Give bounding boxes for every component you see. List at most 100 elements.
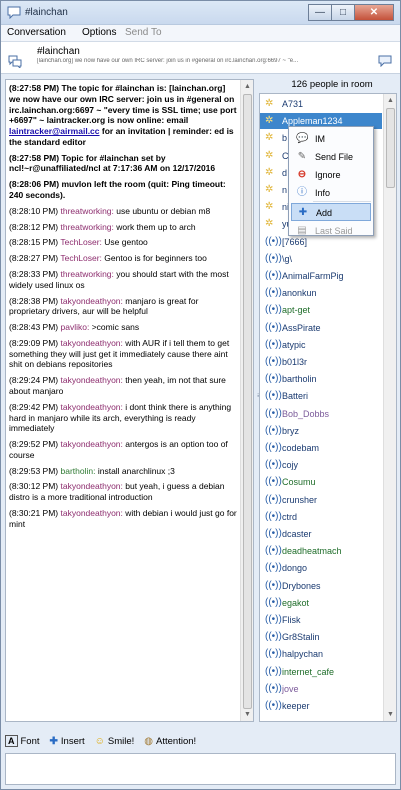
user-list-item[interactable]: ((•)) halpychan bbox=[260, 646, 382, 662]
format-toolbar: A Font ✚ Insert ☺ Smile! ◍ Attention! bbox=[5, 732, 396, 750]
user-list-item[interactable]: ((•)) codebam bbox=[260, 440, 382, 456]
message-nick[interactable]: takyondeathyon: bbox=[61, 439, 126, 449]
user-nick: atypic bbox=[282, 339, 306, 350]
user-signal-icon: ((•)) bbox=[265, 700, 282, 711]
user-signal-icon: ((•)) bbox=[265, 614, 282, 625]
scroll-thumb[interactable] bbox=[243, 94, 252, 709]
user-list-item[interactable]: ((•)) Gr8Stalin bbox=[260, 629, 382, 645]
menu-send-to[interactable]: Send To bbox=[125, 27, 162, 38]
attention-button[interactable]: ◍ Attention! bbox=[144, 736, 196, 747]
message-timestamp: (8:28:10 PM) bbox=[9, 205, 61, 216]
insert-button[interactable]: ✚ Insert bbox=[50, 736, 85, 747]
context-menu-item-last-said[interactable]: ▤ Last Said bbox=[291, 222, 371, 240]
scroll-thumb[interactable] bbox=[386, 108, 395, 188]
message-input[interactable] bbox=[5, 753, 396, 785]
message-nick[interactable]: takyondeathyon: bbox=[61, 375, 126, 385]
user-list-item[interactable]: ((•)) Drybones bbox=[260, 578, 382, 594]
user-list-item[interactable]: ((•)) bryz bbox=[260, 423, 382, 439]
message-nick[interactable]: threatworking: bbox=[61, 269, 117, 279]
smiley-icon: ☺ bbox=[94, 735, 105, 747]
context-menu-item-send-file[interactable]: ✎ Send File bbox=[291, 148, 371, 166]
user-list-item[interactable]: ✲ A731 bbox=[260, 96, 382, 112]
smile-button[interactable]: ☺ Smile! bbox=[95, 736, 135, 747]
user-list-item[interactable]: ((•)) keeper bbox=[260, 698, 382, 714]
maximize-button[interactable]: □ bbox=[331, 4, 355, 21]
user-list-item[interactable]: ((•)) bartholin bbox=[260, 371, 382, 387]
context-menu-item-info[interactable]: ⓘ Info bbox=[291, 184, 371, 202]
chat-message: (8:28:27 PM) TechLoser: Gentoo is for be… bbox=[9, 253, 237, 264]
add-icon: ✚ bbox=[298, 207, 308, 218]
menu-conversation[interactable]: Conversation bbox=[7, 27, 66, 38]
user-list-item[interactable]: ((•)) deadheatmach bbox=[260, 543, 382, 559]
user-list-item[interactable]: ((•)) egakot bbox=[260, 595, 382, 611]
user-list-item[interactable]: ((•)) Bob_Dobbs bbox=[260, 406, 382, 422]
user-list-item[interactable]: ((•)) dongo bbox=[260, 560, 382, 576]
context-menu-item-ignore[interactable]: ⊖ Ignore bbox=[291, 166, 371, 184]
message-nick[interactable]: pavliko: bbox=[61, 322, 92, 332]
user-list-item[interactable]: ((•)) Cosumu bbox=[260, 474, 382, 490]
scroll-up-icon[interactable]: ▲ bbox=[384, 94, 396, 107]
chat-message: (8:28:38 PM) takyondeathyon: manjaro is … bbox=[9, 296, 237, 318]
user-list-item[interactable]: ((•)) dcaster bbox=[260, 526, 382, 542]
email-link[interactable]: laintracker@airmail.cc bbox=[9, 126, 100, 136]
message-nick[interactable]: takyondeathyon: bbox=[61, 481, 126, 491]
message-nick[interactable]: bartholin: bbox=[61, 466, 98, 476]
chat-scrollbar[interactable]: ▲ ▼ bbox=[240, 80, 253, 721]
context-menu-label: Last Said bbox=[315, 226, 353, 236]
user-list-item[interactable]: ((•)) apt-get bbox=[260, 302, 382, 318]
chat-log[interactable]: (8:27:58 PM) The topic for #lainchan is:… bbox=[5, 79, 254, 722]
font-icon: A bbox=[5, 735, 18, 747]
context-menu-item-add[interactable]: ✚ Add bbox=[291, 203, 371, 221]
user-signal-icon: ((•)) bbox=[265, 562, 282, 574]
scroll-up-icon[interactable]: ▲ bbox=[241, 80, 253, 93]
user-list-item[interactable]: ((•)) crunsher bbox=[260, 492, 382, 508]
message-nick[interactable]: TechLoser: bbox=[60, 237, 104, 247]
operator-star-icon: ✲ bbox=[265, 115, 274, 127]
chat-bubble-icon[interactable] bbox=[378, 55, 392, 67]
user-list-item[interactable]: ((•)) Batteri bbox=[260, 388, 382, 404]
message-nick[interactable]: takyondeathyon: bbox=[61, 402, 126, 412]
message-timestamp: (8:28:43 PM) bbox=[9, 322, 61, 333]
message-timestamp: (8:28:06 PM) bbox=[9, 179, 62, 190]
user-list-item[interactable]: ((•)) Flisk bbox=[260, 612, 382, 628]
user-nick: Appleman1234 bbox=[282, 116, 343, 127]
user-nick: internet_cafe bbox=[282, 666, 335, 677]
scroll-down-icon[interactable]: ▼ bbox=[384, 708, 396, 721]
close-button[interactable]: ✕ bbox=[354, 4, 394, 21]
send-file-icon: ✎ bbox=[297, 151, 307, 162]
user-list-item[interactable]: ((•)) b01l3r bbox=[260, 354, 382, 370]
message-nick[interactable]: threatworking: bbox=[61, 222, 117, 232]
message-nick[interactable]: takyondeathyon: bbox=[61, 508, 126, 518]
user-list-item[interactable]: ((•)) atypic bbox=[260, 337, 382, 353]
user-signal-icon: ((•)) bbox=[265, 631, 282, 643]
user-nick: jove bbox=[282, 683, 299, 694]
message-nick[interactable]: takyondeathyon: bbox=[61, 338, 126, 348]
user-list-item[interactable]: ((•)) \g\ bbox=[260, 251, 382, 267]
user-list-item[interactable]: ((•)) anonkun bbox=[260, 285, 382, 301]
user-list-item[interactable]: ((•)) internet_cafe bbox=[260, 664, 382, 680]
user-list-item[interactable]: ((•)) ctrd bbox=[260, 509, 382, 525]
user-list-item[interactable]: ((•)) AnimalFarmPig bbox=[260, 268, 382, 284]
message-nick[interactable]: takyondeathyon: bbox=[61, 296, 126, 306]
message-nick[interactable]: threatworking: bbox=[61, 206, 117, 216]
scroll-down-icon[interactable]: ▼ bbox=[241, 708, 253, 721]
font-button[interactable]: A Font bbox=[5, 735, 40, 747]
context-menu-item-im[interactable]: 💬 IM bbox=[291, 130, 371, 148]
message-text: Use gentoo bbox=[104, 237, 148, 248]
context-menu-label: Add bbox=[316, 208, 333, 218]
userlist-scrollbar[interactable]: ▲ ▼ bbox=[383, 94, 396, 721]
menu-options[interactable]: Options bbox=[82, 27, 116, 38]
minimize-button[interactable]: — bbox=[308, 4, 332, 21]
user-nick: dongo bbox=[282, 563, 308, 574]
user-list-item[interactable]: ((•)) AssPirate bbox=[260, 320, 382, 336]
user-nick: Bob_Dobbs bbox=[282, 408, 330, 419]
message-nick[interactable]: TechLoser: bbox=[60, 253, 104, 263]
user-list-item[interactable]: ((•)) jove bbox=[260, 681, 382, 697]
user-nick: anonkun bbox=[282, 288, 317, 299]
chat-messages: (8:27:58 PM) The topic for #lainchan is:… bbox=[9, 83, 237, 535]
user-list-item[interactable]: ((•)) cojy bbox=[260, 457, 382, 473]
user-signal-icon: ((•)) bbox=[265, 338, 282, 350]
plus-icon: ✚ bbox=[49, 735, 58, 747]
user-nick: Gr8Stalin bbox=[282, 632, 320, 643]
user-nick: egakot bbox=[282, 597, 310, 608]
